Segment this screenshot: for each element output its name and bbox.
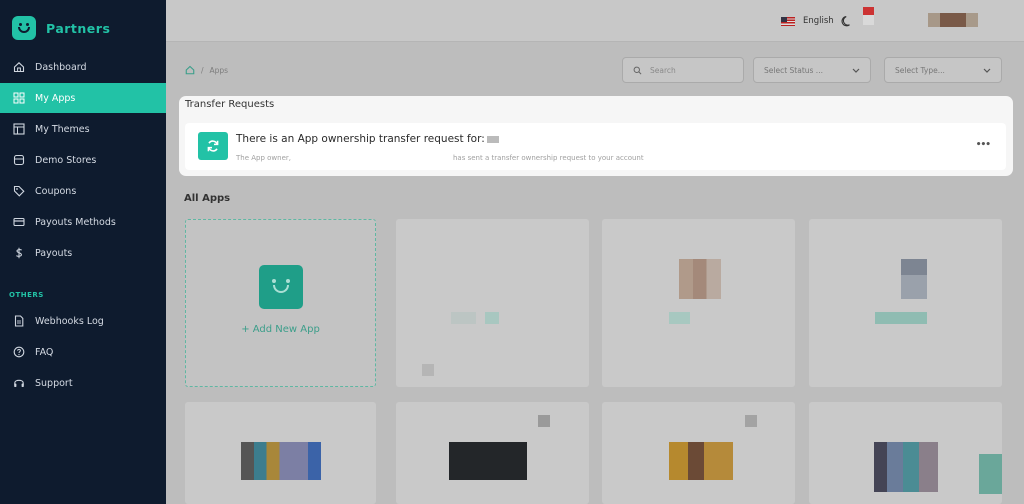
sidebar-item-my-apps[interactable]: My Apps	[0, 83, 166, 113]
app-card[interactable]	[745, 402, 1002, 504]
sidebar-item-demo-stores[interactable]: Demo Stores	[0, 145, 166, 175]
app-card[interactable]	[185, 402, 376, 504]
sidebar-item-coupons[interactable]: Coupons	[0, 176, 166, 206]
home-icon	[13, 61, 25, 73]
app-card[interactable]	[396, 219, 589, 387]
app-name-redacted	[487, 136, 499, 143]
sidebar-item-label: FAQ	[35, 346, 54, 358]
breadcrumb-separator: /	[201, 65, 204, 75]
notification-badge-icon[interactable]	[863, 7, 874, 25]
app-logo-thumbnail	[874, 442, 938, 492]
sidebar-item-faq[interactable]: FAQ	[0, 337, 166, 367]
sidebar-item-label: Payouts Methods	[35, 216, 116, 228]
sidebar-item-payouts-methods[interactable]: Payouts Methods	[0, 207, 166, 237]
sidebar: Partners Dashboard My Apps My Themes Dem…	[0, 0, 166, 504]
store-icon	[13, 154, 25, 166]
avatar[interactable]	[928, 13, 978, 27]
search-input[interactable]	[650, 65, 740, 75]
brand-name: Partners	[46, 20, 111, 36]
app-logo-thumbnail	[241, 442, 321, 480]
transfer-requests-panel: Transfer Requests There is an App owners…	[179, 96, 1013, 176]
app-thumbnail	[422, 364, 434, 376]
transfer-request-title: There is an App ownership transfer reque…	[236, 133, 485, 145]
app-logo-thumbnail	[449, 442, 527, 480]
app-card[interactable]	[396, 402, 589, 504]
breadcrumb-current: Apps	[209, 65, 229, 75]
status-select[interactable]: Select Status ...	[753, 57, 871, 83]
credit-card-icon	[13, 216, 25, 228]
transfer-request-text-suffix: has sent a transfer ownership request to…	[453, 154, 644, 162]
type-select[interactable]: Select Type...	[884, 57, 1002, 83]
home-icon[interactable]	[185, 65, 195, 75]
add-new-app-label: + Add New App	[241, 324, 320, 335]
language-label: English	[803, 16, 834, 26]
app-logo-thumbnail	[901, 259, 927, 299]
sidebar-item-label: My Apps	[35, 92, 76, 104]
sidebar-item-label: Payouts	[35, 247, 73, 259]
sync-icon	[198, 132, 228, 160]
document-icon	[13, 315, 25, 327]
sidebar-item-my-themes[interactable]: My Themes	[0, 114, 166, 144]
sidebar-item-dashboard[interactable]: Dashboard	[0, 52, 166, 82]
moon-icon[interactable]	[841, 15, 853, 27]
type-select-value: Select Type...	[895, 65, 945, 75]
app-card[interactable]	[538, 402, 795, 504]
partners-logo-icon	[12, 16, 36, 40]
app-name-thumbnail	[875, 312, 927, 324]
sidebar-item-webhooks-log[interactable]: Webhooks Log	[0, 306, 166, 336]
sidebar-item-payouts[interactable]: Payouts	[0, 238, 166, 268]
app-name-thumbnail	[451, 312, 476, 324]
more-options-button[interactable]: •••	[976, 140, 991, 150]
add-app-logo-icon	[259, 265, 303, 309]
brand[interactable]: Partners	[12, 15, 110, 41]
status-select-value: Select Status ...	[764, 65, 823, 75]
tag-icon	[13, 185, 25, 197]
all-apps-heading: All Apps	[184, 193, 231, 204]
grid-icon	[13, 92, 25, 104]
transfer-requests-heading: Transfer Requests	[185, 99, 275, 110]
app-name-thumbnail	[669, 312, 690, 324]
help-icon	[13, 346, 25, 358]
sidebar-item-label: Support	[35, 377, 73, 389]
dollar-icon	[13, 247, 25, 259]
sidebar-item-support[interactable]: Support	[0, 368, 166, 398]
us-flag-icon	[781, 16, 795, 26]
app-logo-thumbnail	[679, 259, 721, 299]
breadcrumb: / Apps	[185, 65, 228, 75]
sidebar-item-label: Demo Stores	[35, 154, 97, 166]
app-thumbnail	[538, 415, 550, 427]
app-thumbnail	[745, 415, 757, 427]
sidebar-item-label: Webhooks Log	[35, 315, 104, 327]
search-field[interactable]	[622, 57, 744, 83]
section-label-others: OTHERS	[9, 291, 44, 299]
chevron-down-icon	[983, 68, 991, 73]
language-selector[interactable]: English	[781, 16, 834, 26]
app-logo-thumbnail	[669, 442, 733, 480]
app-name-thumbnail	[485, 312, 499, 324]
sidebar-item-label: My Themes	[35, 123, 90, 135]
chevron-down-icon	[852, 68, 860, 73]
layout-icon	[13, 123, 25, 135]
sidebar-item-label: Coupons	[35, 185, 77, 197]
app-thumbnail	[979, 454, 1002, 494]
app-card[interactable]	[602, 219, 795, 387]
sidebar-item-label: Dashboard	[35, 61, 87, 73]
search-icon	[633, 66, 642, 74]
headset-icon	[13, 377, 25, 389]
app-card[interactable]	[809, 219, 1002, 387]
top-bar: English	[166, 0, 1024, 42]
transfer-request-item[interactable]: There is an App ownership transfer reque…	[185, 123, 1006, 170]
add-new-app-card[interactable]: + Add New App	[185, 219, 376, 387]
transfer-request-text-prefix: The App owner,	[236, 154, 291, 162]
main-content: English / Apps Select Status ... Select …	[166, 0, 1024, 504]
